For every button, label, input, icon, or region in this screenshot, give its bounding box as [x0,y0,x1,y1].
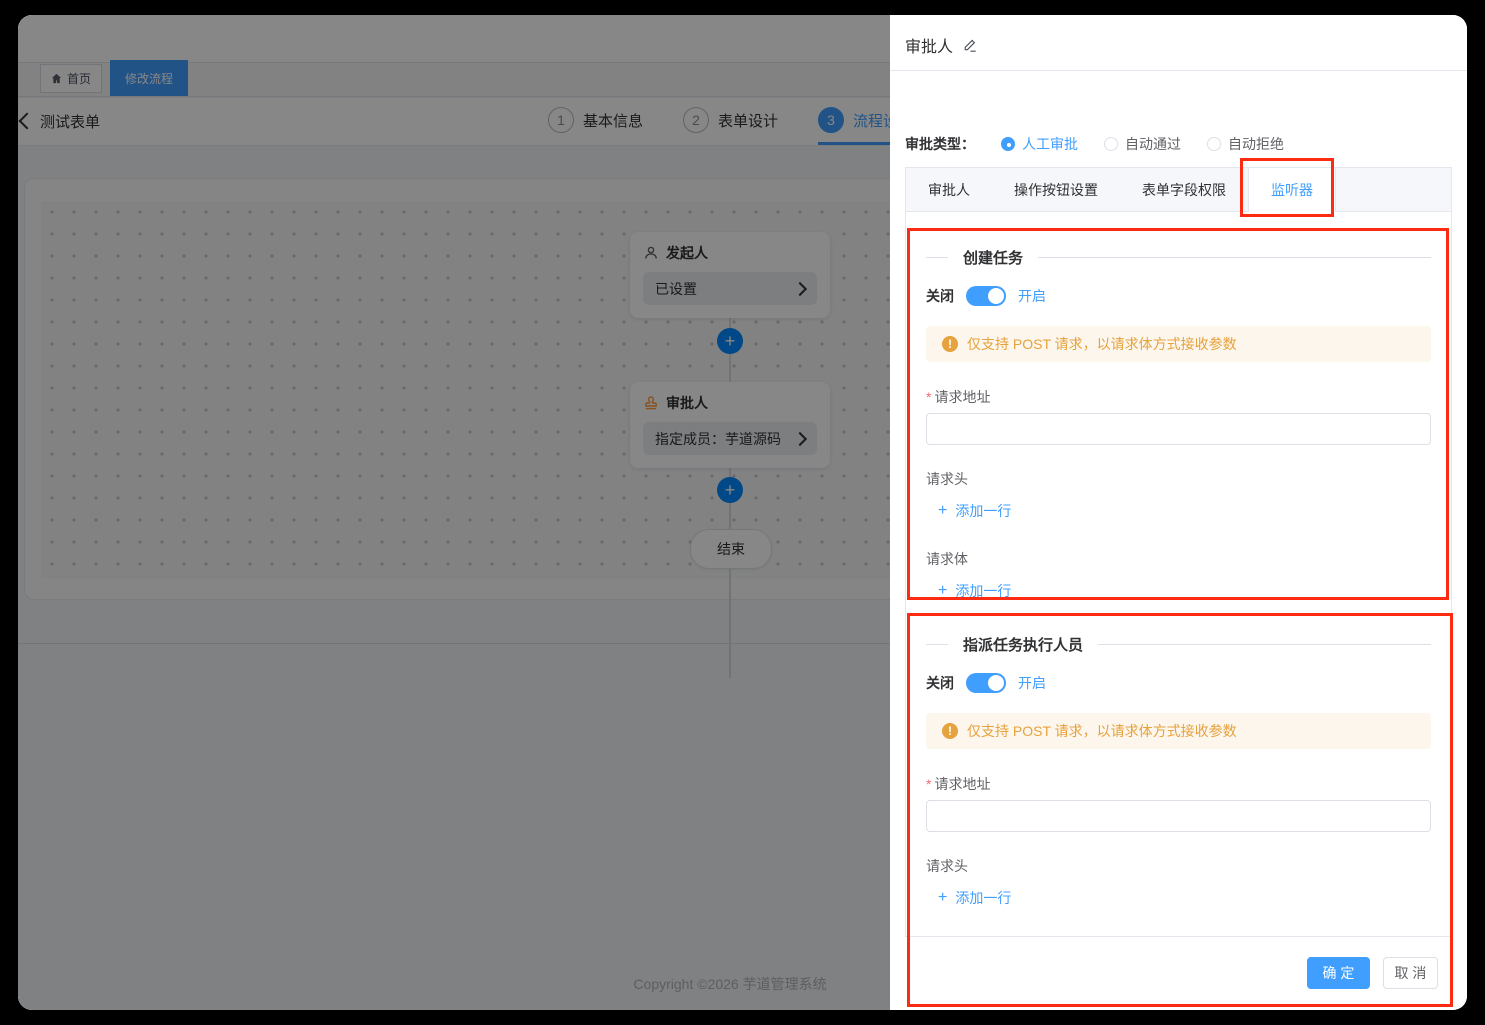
request-url-label: 请求地址 [934,387,990,407]
add-header-row-link[interactable]: + 添加一行 [926,889,1431,906]
radio-auto-pass[interactable]: 自动通过 [1104,134,1181,154]
drawer-title: 审批人 [905,33,953,57]
listener-tab-pane: 创建任务 关闭 开启 ! 仅支持 POST 请求，以请求体方式接收参数 * 请求… [906,212,1451,936]
drawer-footer: 确 定 取 消 [890,937,1467,1010]
tab-listener[interactable]: 监听器 [1248,168,1336,212]
add-row-label: 添加一行 [955,888,1011,908]
request-headers-label: 请求头 [926,469,1431,486]
radio-label: 自动通过 [1125,134,1181,154]
plus-icon: + [938,890,947,906]
add-row-label: 添加一行 [955,501,1011,521]
plus-icon: + [938,503,947,519]
approve-type-label: 审批类型： [905,134,975,154]
radio-manual-approve[interactable]: 人工审批 [1001,134,1078,154]
add-row-label: 添加一行 [955,581,1011,601]
flow-designer-page: 首页 修改流程 测试表单 1 基本信息 2 表单设计 3 流程设计 [18,15,890,1010]
post-only-alert: ! 仅支持 POST 请求，以请求体方式接收参数 [926,713,1431,749]
modal-overlay[interactable] [18,15,890,1010]
create-task-switch[interactable] [966,286,1006,306]
tab-form-field-perms[interactable]: 表单字段权限 [1120,168,1248,211]
request-url-input[interactable] [926,800,1431,832]
drawer-header-divider [890,70,1467,71]
add-header-row-link[interactable]: + 添加一行 [926,502,1431,519]
toggle-on-label: 开启 [1018,286,1046,306]
approve-type-group: 审批类型： 人工审批 自动通过 自动拒绝 [905,134,1284,154]
toggle-on-label: 开启 [1018,673,1046,693]
radio-label: 自动拒绝 [1228,134,1284,154]
request-headers-label: 请求头 [926,856,1431,873]
alert-text: 仅支持 POST 请求，以请求体方式接收参数 [967,721,1237,741]
request-url-input[interactable] [926,413,1431,445]
settings-tabs-card: 审批人 操作按钮设置 表单字段权限 监听器 创建任务 关闭 开启 ! 仅支持 P… [905,167,1452,937]
tab-approver[interactable]: 审批人 [906,168,992,211]
create-task-toggle-row: 关闭 开启 [926,286,1431,306]
request-url-label: 请求地址 [934,774,990,794]
warning-icon: ! [942,336,958,352]
confirm-button[interactable]: 确 定 [1307,957,1370,989]
section-divider-create-task: 创建任务 [926,246,1431,268]
edit-icon[interactable] [962,38,977,53]
add-body-row-link[interactable]: + 添加一行 [926,582,1431,599]
radio-label: 人工审批 [1022,134,1078,154]
radio-auto-reject[interactable]: 自动拒绝 [1207,134,1284,154]
toggle-off-label: 关闭 [926,286,954,306]
assign-executor-switch[interactable] [966,673,1006,693]
tabs-header: 审批人 操作按钮设置 表单字段权限 监听器 [906,168,1451,212]
tab-action-buttons[interactable]: 操作按钮设置 [992,168,1120,211]
post-only-alert: ! 仅支持 POST 请求，以请求体方式接收参数 [926,326,1431,362]
section-title: 指派任务执行人员 [963,634,1083,655]
request-url-label-row: * 请求地址 [926,775,1431,792]
alert-text: 仅支持 POST 请求，以请求体方式接收参数 [967,334,1237,354]
request-url-label-row: * 请求地址 [926,388,1431,405]
section-title: 创建任务 [963,247,1023,268]
toggle-off-label: 关闭 [926,673,954,693]
required-asterisk: * [926,776,931,792]
required-asterisk: * [926,389,931,405]
radio-icon [1104,137,1118,151]
cancel-button[interactable]: 取 消 [1383,957,1438,989]
radio-icon [1001,137,1015,151]
app-window: 首页 修改流程 测试表单 1 基本信息 2 表单设计 3 流程设计 [18,15,1467,1010]
radio-icon [1207,137,1221,151]
assign-executor-toggle-row: 关闭 开启 [926,673,1431,693]
section-divider-assign-executor: 指派任务执行人员 [926,633,1431,655]
request-body-label: 请求体 [926,549,1431,566]
approver-settings-drawer: 审批人 审批类型： 人工审批 自动通过 自动拒绝 [890,15,1467,1010]
plus-icon: + [938,583,947,599]
warning-icon: ! [942,723,958,739]
